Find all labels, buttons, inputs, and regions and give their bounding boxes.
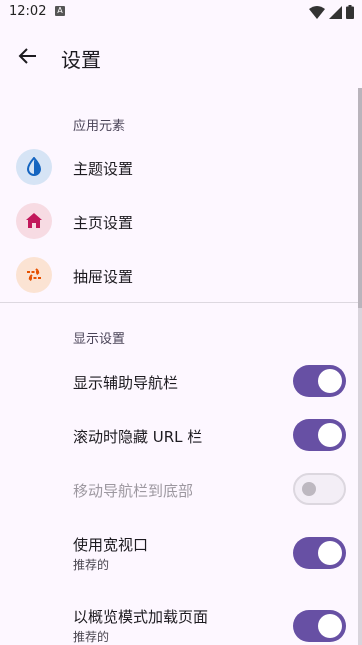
notification-icon: A bbox=[55, 6, 65, 16]
hide-url-bar-row[interactable]: 滚动时隐藏 URL 栏 bbox=[0, 408, 358, 462]
move-nav-bottom-label: 移动导航栏到底部 bbox=[73, 482, 194, 500]
home-settings-label: 主页设置 bbox=[73, 214, 134, 232]
wide-viewport-label: 使用宽视口 bbox=[73, 536, 149, 554]
section-title-display-settings: 显示设置 bbox=[73, 332, 126, 347]
switch-knob bbox=[318, 369, 342, 393]
back-button[interactable] bbox=[12, 40, 44, 72]
overview-mode-label: 以概览模式加载页面 bbox=[73, 608, 209, 626]
section-title-app-elements: 应用元素 bbox=[73, 119, 126, 134]
overview-mode-switch[interactable] bbox=[293, 610, 346, 642]
home-icon bbox=[26, 213, 42, 228]
wide-viewport-subtitle: 推荐的 bbox=[73, 558, 110, 572]
scrollbar-thumb[interactable] bbox=[358, 88, 362, 308]
move-nav-bottom-row[interactable]: 移动导航栏到底部 bbox=[0, 462, 358, 516]
switch-knob bbox=[318, 423, 342, 447]
drawer-icon-container bbox=[16, 257, 52, 293]
section-divider bbox=[0, 302, 358, 303]
drawer-settings-item[interactable]: 抽屉设置 bbox=[0, 248, 358, 302]
show-secondary-nav-switch[interactable] bbox=[293, 365, 346, 397]
home-settings-item[interactable]: 主页设置 bbox=[0, 194, 358, 248]
arrow-back-icon bbox=[18, 48, 36, 64]
swap-arrows-icon bbox=[27, 268, 41, 282]
switch-knob bbox=[318, 614, 342, 638]
wide-viewport-switch[interactable] bbox=[293, 537, 346, 569]
switch-knob bbox=[302, 482, 316, 496]
home-icon-container bbox=[16, 203, 52, 239]
switch-knob bbox=[318, 541, 342, 565]
page-title: 设置 bbox=[61, 48, 101, 72]
wide-viewport-row[interactable]: 使用宽视口 推荐的 bbox=[0, 524, 358, 584]
status-icons bbox=[309, 5, 354, 19]
status-time: 12:02 bbox=[9, 4, 47, 19]
move-nav-bottom-switch[interactable] bbox=[293, 473, 346, 505]
show-secondary-nav-label: 显示辅助导航栏 bbox=[73, 374, 179, 392]
battery-icon bbox=[346, 5, 354, 19]
status-bar: 12:02 A bbox=[0, 0, 362, 24]
hide-url-bar-switch[interactable] bbox=[293, 419, 346, 451]
cellular-signal-icon bbox=[329, 5, 342, 19]
theme-settings-item[interactable]: 主题设置 bbox=[0, 140, 358, 194]
app-bar: 设置 bbox=[0, 30, 362, 86]
overview-mode-row[interactable]: 以概览模式加载页面 推荐的 bbox=[0, 596, 358, 645]
theme-icon-container bbox=[16, 149, 52, 185]
wifi-icon bbox=[309, 5, 325, 19]
hide-url-bar-label: 滚动时隐藏 URL 栏 bbox=[73, 428, 203, 446]
water-drop-icon bbox=[26, 157, 42, 176]
show-secondary-nav-row[interactable]: 显示辅助导航栏 bbox=[0, 354, 358, 408]
theme-settings-label: 主题设置 bbox=[73, 160, 134, 178]
drawer-settings-label: 抽屉设置 bbox=[73, 268, 134, 286]
overview-mode-subtitle: 推荐的 bbox=[73, 630, 110, 644]
